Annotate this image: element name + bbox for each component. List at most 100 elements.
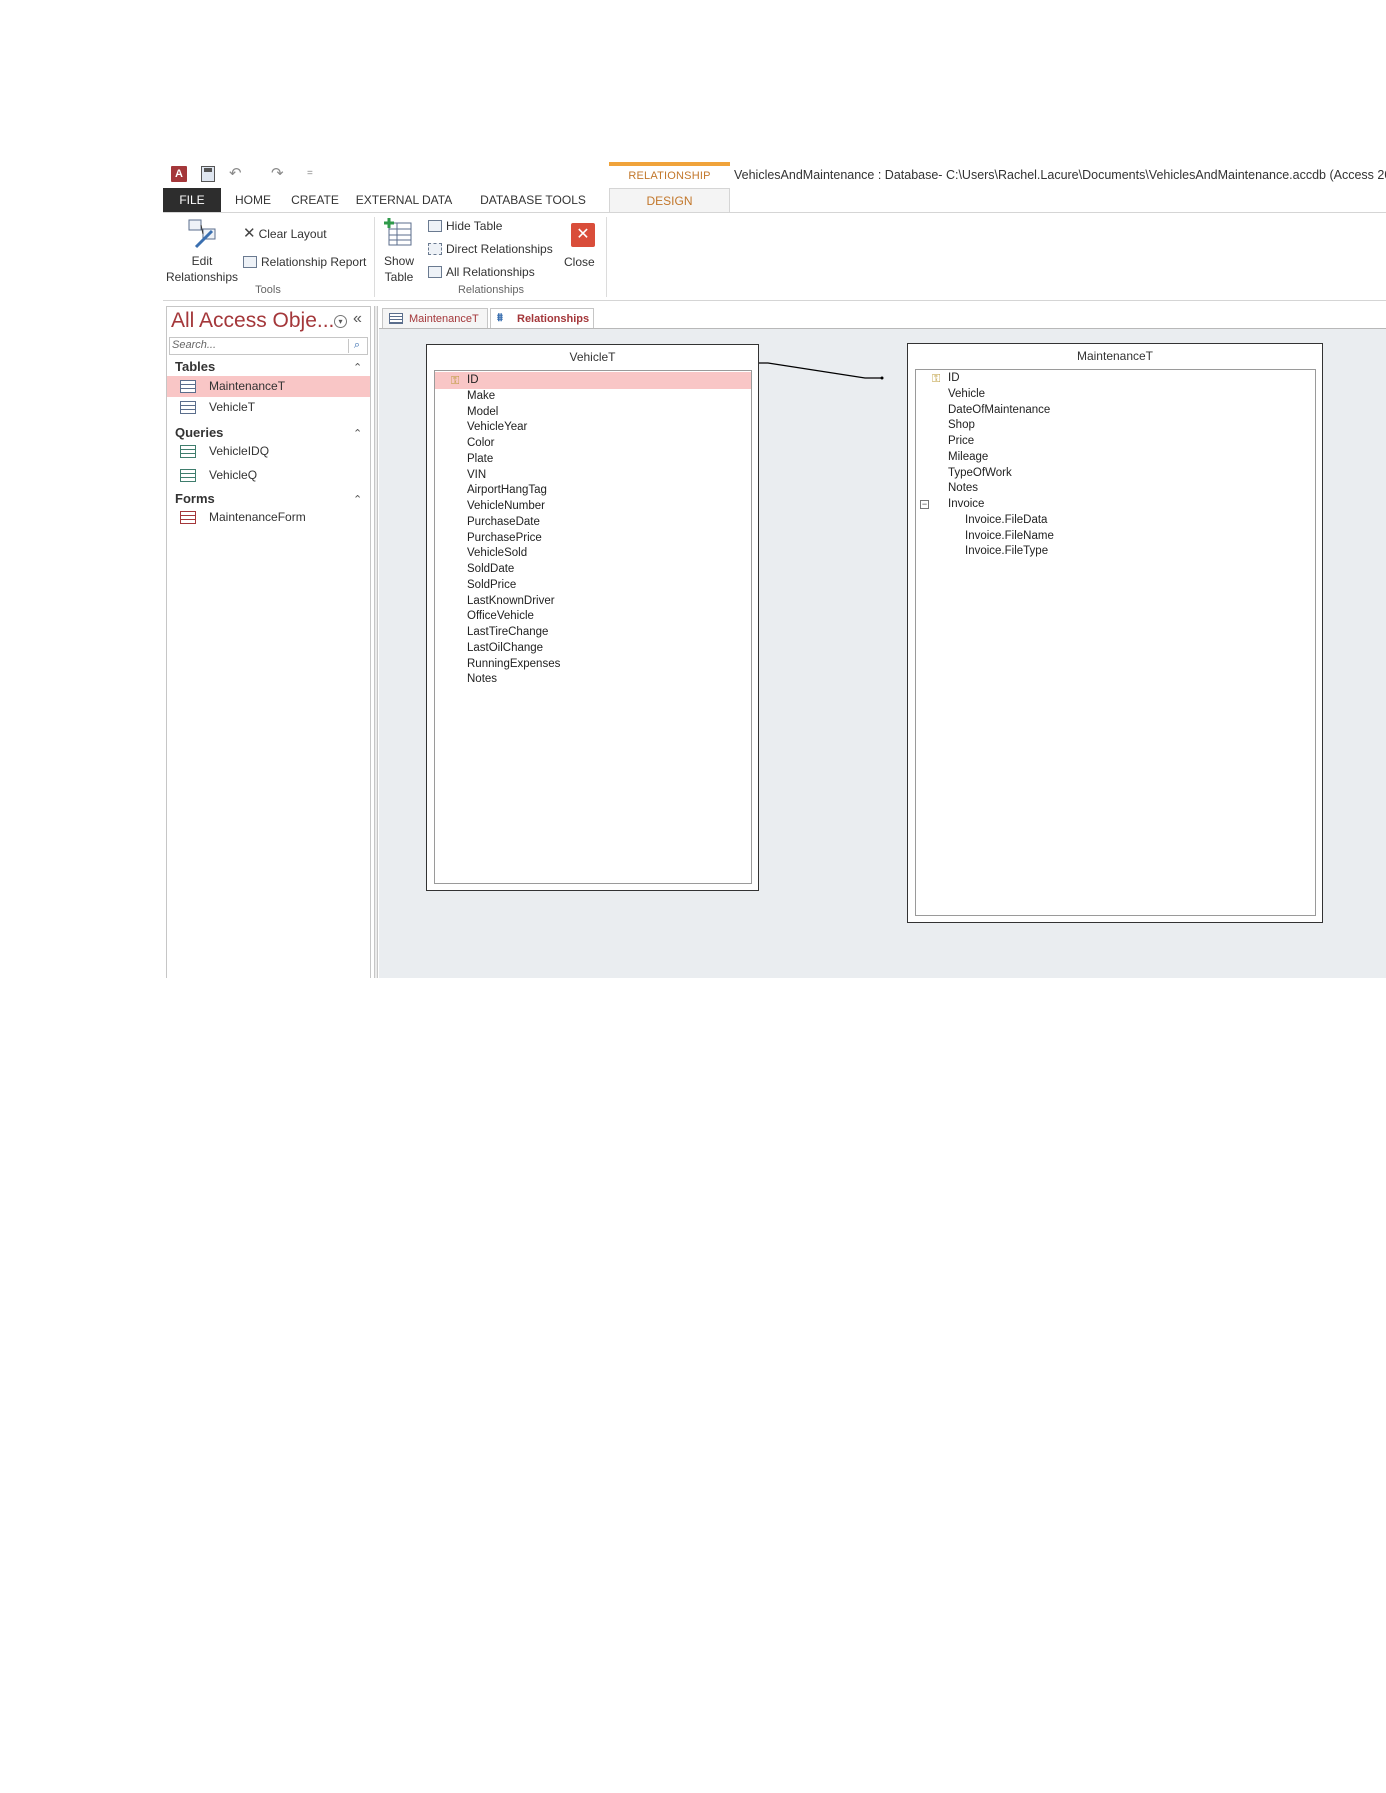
show-table-button[interactable]: Show Table <box>379 217 419 285</box>
nav-collapse-icon[interactable]: « <box>353 310 362 328</box>
close-label: Close <box>564 255 595 269</box>
table-box-vehiclet[interactable]: VehicleT ⚿ ID Make Model VehicleYear Color Pla… <box>426 344 759 891</box>
hide-table-button[interactable]: Hide Table <box>428 217 502 235</box>
group-separator <box>606 217 607 297</box>
window-title: VehiclesAndMaintenance : Database- C:\Us… <box>734 168 1386 182</box>
field-purchasedate[interactable]: PurchaseDate <box>435 514 751 531</box>
tab-design[interactable]: DESIGN <box>609 188 730 212</box>
table-box-title[interactable]: VehicleT <box>427 350 758 364</box>
field-name: LastOilChange <box>467 641 544 654</box>
field-name: Notes <box>467 673 498 686</box>
field-vin[interactable]: VIN <box>435 467 751 484</box>
query-icon <box>180 445 196 458</box>
search-icon[interactable]: ⌕ <box>348 339 365 353</box>
field-price[interactable]: Price <box>916 433 1315 450</box>
nav-item-vehiclet[interactable]: VehicleT <box>167 397 370 418</box>
table-box-maintenancet[interactable]: MaintenanceT ⚿ ID Vehicle DateOfMaintenance… <box>907 343 1323 923</box>
relationship-report-button[interactable]: Relationship Report <box>243 253 366 271</box>
relationships-canvas[interactable]: VehicleT ⚿ ID Make Model VehicleYear Color Pla… <box>379 329 1386 978</box>
doc-tab-maintenancet[interactable]: MaintenanceT <box>382 308 488 328</box>
field-lastknowndriver[interactable]: LastKnownDriver <box>435 593 751 610</box>
field-plate[interactable]: Plate <box>435 451 751 468</box>
nav-item-maintenancet[interactable]: MaintenanceT <box>167 376 370 397</box>
field-color[interactable]: Color <box>435 435 751 452</box>
relationships-icon: ⩩ <box>497 312 503 324</box>
nav-group-tables[interactable]: Tables <box>175 359 215 374</box>
access-app-icon[interactable]: A <box>171 166 187 182</box>
collapse-group-icon[interactable]: ⌃ <box>353 493 362 506</box>
collapse-field-icon[interactable]: − <box>920 500 929 509</box>
direct-relationships-button[interactable]: Direct Relationships <box>428 240 553 258</box>
field-model[interactable]: Model <box>435 404 751 421</box>
field-lastoilchange[interactable]: LastOilChange <box>435 640 751 657</box>
field-officevehicle[interactable]: OfficeVehicle <box>435 608 751 625</box>
field-name: VehicleYear <box>467 421 528 434</box>
nav-group-queries[interactable]: Queries <box>175 425 223 440</box>
field-name: PurchaseDate <box>467 515 540 528</box>
tab-database-tools[interactable]: DATABASE TOOLS <box>465 188 601 212</box>
undo-icon[interactable]: ↶ <box>229 166 242 182</box>
field-invoice[interactable]: − Invoice <box>916 496 1315 513</box>
field-vehicleyear[interactable]: VehicleYear <box>435 419 751 436</box>
field-soldprice[interactable]: SoldPrice <box>435 577 751 594</box>
field-invoice-filename[interactable]: Invoice.FileName <box>916 528 1315 545</box>
clear-layout-button[interactable]: ✕ Clear Layout <box>243 225 327 243</box>
table-field-list: ⚿ ID Make Model VehicleYear Color Plate VIN Airp… <box>434 370 752 884</box>
field-name: Vehicle <box>948 387 986 400</box>
field-vehiclenumber[interactable]: VehicleNumber <box>435 498 751 515</box>
redo-icon[interactable]: ↷ <box>271 166 284 182</box>
field-notes[interactable]: Notes <box>916 480 1315 497</box>
field-vehiclesold[interactable]: VehicleSold <box>435 545 751 562</box>
nav-item-vehicleq[interactable]: VehicleQ <box>167 465 370 486</box>
field-vehicle[interactable]: Vehicle <box>916 386 1315 403</box>
field-mileage[interactable]: Mileage <box>916 449 1315 466</box>
doc-tab-relationships[interactable]: ⩩ Relationships <box>490 308 594 328</box>
nav-group-forms[interactable]: Forms <box>175 491 215 506</box>
field-id[interactable]: ⚿ ID <box>916 370 1315 387</box>
nav-item-label: VehicleT <box>209 400 256 414</box>
navigation-pane: All Access Obje... ▾ « Search... ⌕ Table… <box>166 306 371 978</box>
relationship-line-vehicle-id[interactable] <box>752 362 882 379</box>
field-lasttirechange[interactable]: LastTireChange <box>435 624 751 641</box>
edit-relationships-button[interactable]: Edit Relationships <box>165 217 239 285</box>
nav-item-vehicleidq[interactable]: VehicleIDQ <box>167 441 370 462</box>
field-make[interactable]: Make <box>435 388 751 405</box>
collapse-group-icon[interactable]: ⌃ <box>353 361 362 374</box>
field-purchaseprice[interactable]: PurchasePrice <box>435 530 751 547</box>
nav-search-input[interactable]: Search... ⌕ <box>169 337 368 355</box>
field-invoice-filedata[interactable]: Invoice.FileData <box>916 512 1315 529</box>
collapse-group-icon[interactable]: ⌃ <box>353 427 362 440</box>
field-runningexpenses[interactable]: RunningExpenses <box>435 656 751 673</box>
field-solddate[interactable]: SoldDate <box>435 561 751 578</box>
close-button[interactable]: Close <box>564 253 595 271</box>
tab-external-data[interactable]: EXTERNAL DATA <box>349 188 459 212</box>
field-name: VehicleNumber <box>467 500 545 512</box>
all-relationships-button[interactable]: All Relationships <box>428 263 535 281</box>
save-icon[interactable] <box>201 166 215 182</box>
customize-toolbar-icon[interactable]: = <box>307 166 313 182</box>
field-name: Notes <box>948 482 979 495</box>
field-airporthangtag[interactable]: AirportHangTag <box>435 482 751 499</box>
field-name: Shop <box>948 419 975 432</box>
field-shop[interactable]: Shop <box>916 417 1315 434</box>
table-box-title[interactable]: MaintenanceT <box>908 349 1322 363</box>
field-invoice-filetype[interactable]: Invoice.FileType <box>916 543 1315 560</box>
nav-pane-splitter[interactable] <box>374 306 378 978</box>
nav-item-label: MaintenanceT <box>209 379 286 393</box>
nav-menu-icon[interactable]: ▾ <box>334 315 347 328</box>
tab-home[interactable]: HOME <box>225 188 281 212</box>
tab-file[interactable]: FILE <box>163 188 221 212</box>
field-dateofmaintenance[interactable]: DateOfMaintenance <box>916 402 1315 419</box>
tab-create[interactable]: CREATE <box>285 188 345 212</box>
field-typeofwork[interactable]: TypeOfWork <box>916 465 1315 482</box>
nav-pane-title[interactable]: All Access Obje... <box>171 309 334 333</box>
direct-relationships-label: Direct Relationships <box>446 242 553 256</box>
field-name: ID <box>948 372 960 384</box>
close-icon[interactable]: ✕ <box>571 223 595 247</box>
field-id[interactable]: ⚿ ID <box>435 372 751 389</box>
field-notes[interactable]: Notes <box>435 671 751 688</box>
nav-item-maintenanceform[interactable]: MaintenanceForm <box>167 507 370 528</box>
field-name: LastTireChange <box>467 626 549 638</box>
nav-item-label: VehicleIDQ <box>209 444 270 458</box>
field-name: SoldPrice <box>467 578 517 591</box>
